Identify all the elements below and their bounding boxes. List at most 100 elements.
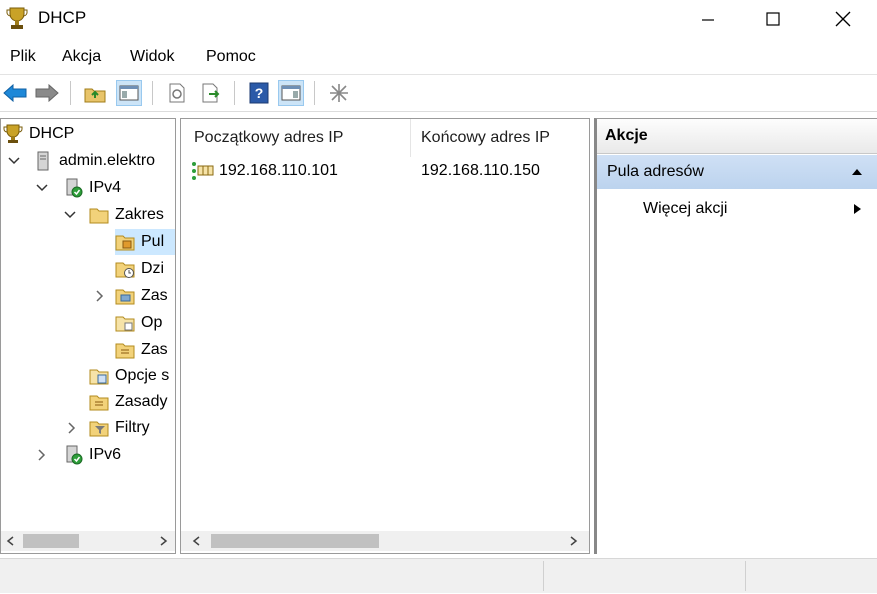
collapse-up-icon[interactable] [851, 167, 863, 177]
menu-plik[interactable]: Plik [10, 48, 36, 66]
tree-item-label: Zasady [115, 393, 168, 410]
tree-item-policies[interactable]: Zasady [89, 389, 167, 415]
action-more-actions[interactable]: Więcej akcji [597, 195, 877, 223]
policies-icon [115, 343, 135, 359]
ipv4-icon [66, 178, 83, 198]
list-horizontal-scrollbar[interactable] [181, 531, 589, 551]
tree-item-label: Op [141, 314, 163, 331]
show-hide-action-pane-icon [281, 85, 301, 101]
tree-item-label: Dzi [141, 260, 165, 277]
maximize-icon [766, 12, 780, 26]
menu-akcja[interactable]: Akcja [62, 48, 101, 66]
scrollbar-thumb[interactable] [23, 534, 79, 548]
tree-item-label: IPv6 [89, 446, 122, 463]
dhcp-trophy-icon [3, 124, 23, 143]
asterisk-button[interactable] [326, 80, 352, 106]
help-icon: ? [249, 82, 269, 104]
submenu-arrow-icon [854, 204, 861, 214]
menu-widok[interactable]: Widok [130, 48, 174, 66]
chevron-right-icon[interactable] [35, 448, 49, 462]
ip-range-icon [192, 162, 214, 180]
filter-icon [89, 421, 109, 437]
actions-section-label: Pula adresów [607, 163, 704, 180]
tree-item-label: admin.elektro [59, 152, 156, 169]
minimize-button[interactable] [685, 0, 731, 38]
policies-icon [89, 395, 109, 411]
end-ip-cell: 192.168.110.150 [421, 162, 540, 179]
leases-icon [115, 262, 135, 278]
tree-item-label: Zas [141, 287, 168, 304]
tree-item-label: DHCP [29, 125, 75, 142]
export-list-icon [202, 83, 220, 103]
ipv6-icon [66, 445, 83, 465]
up-folder-icon [84, 88, 106, 103]
tree-item-filters[interactable]: Filtry [89, 415, 150, 441]
chevron-down-icon[interactable] [35, 181, 49, 195]
tree-item-address-pool[interactable]: Pul [115, 229, 175, 255]
actions-section-address-pool[interactable]: Pula adresów [597, 155, 877, 189]
start-ip-cell: 192.168.110.101 [219, 162, 338, 179]
svg-text:?: ? [255, 85, 264, 101]
tree-item-zakres[interactable]: Zakres [89, 202, 164, 228]
tree-item-label: Opcje s [115, 367, 170, 384]
tree-item-label: Zakres [115, 206, 164, 223]
tree-item-dhcp[interactable]: DHCP [3, 121, 74, 147]
tree-item-scope-options[interactable]: Op [115, 310, 162, 336]
console-tree[interactable]: DHCP admin.elektro IPv4 Zakres Pul Dzi Z… [0, 118, 176, 554]
tree-item-server[interactable]: admin.elektro [33, 148, 155, 174]
up-one-level-button[interactable] [82, 80, 108, 106]
scroll-left-icon[interactable] [1, 531, 19, 551]
server-icon [37, 151, 49, 171]
export-list-button[interactable] [198, 80, 224, 106]
reservations-icon [115, 289, 135, 305]
tree-item-label: Pul [141, 233, 165, 250]
column-header-start-ip[interactable]: Początkowy adres IP [194, 119, 414, 157]
folder-icon [89, 208, 109, 224]
address-pool-icon [115, 235, 135, 251]
scroll-right-icon[interactable] [565, 531, 583, 551]
menu-pomoc[interactable]: Pomoc [206, 48, 256, 66]
tree-item-ipv4[interactable]: IPv4 [63, 175, 121, 201]
close-button[interactable] [820, 0, 866, 38]
minimize-icon [702, 19, 714, 21]
dhcp-trophy-icon [6, 6, 28, 30]
result-pane[interactable]: Początkowy adres IP Końcowy adres IP 192… [180, 118, 590, 554]
tree-item-ipv6[interactable]: IPv6 [63, 442, 121, 468]
action-label: Więcej akcji [643, 200, 728, 217]
show-hide-action-pane-button[interactable] [278, 80, 304, 106]
refresh-icon [169, 83, 185, 103]
column-header-end-ip[interactable]: Końcowy adres IP [421, 119, 589, 157]
tree-item-label: Filtry [115, 419, 150, 436]
chevron-right-icon[interactable] [65, 421, 79, 435]
tree-item-server-options[interactable]: Opcje s [89, 363, 169, 389]
maximize-button[interactable] [750, 0, 796, 38]
chevron-down-icon[interactable] [7, 154, 21, 168]
tree-item-leases[interactable]: Dzi [115, 256, 164, 282]
scope-options-icon [115, 316, 135, 332]
close-icon [835, 11, 851, 27]
refresh-button[interactable] [164, 80, 190, 106]
title-bar[interactable]: DHCP [0, 0, 877, 38]
scroll-right-icon[interactable] [155, 531, 173, 551]
window-title: DHCP [38, 8, 87, 27]
chevron-down-icon[interactable] [63, 208, 77, 222]
forward-arrow-icon [35, 84, 59, 102]
actions-title: Akcje [597, 119, 877, 154]
scroll-left-icon[interactable] [187, 531, 205, 551]
help-button[interactable]: ? [246, 80, 272, 106]
back-button[interactable] [2, 80, 28, 106]
status-bar [0, 558, 877, 593]
tree-item-reservations[interactable]: Zas [115, 283, 168, 309]
menu-bar: Plik Akcja Widok Pomoc [0, 42, 877, 72]
show-hide-console-tree-button[interactable] [116, 80, 142, 106]
tree-horizontal-scrollbar[interactable] [1, 531, 175, 551]
table-row[interactable]: 192.168.110.101 192.168.110.150 [181, 159, 589, 183]
tree-item-scope-policies[interactable]: Zas [115, 337, 168, 363]
asterisk-icon [330, 84, 348, 102]
scrollbar-thumb[interactable] [211, 534, 379, 548]
chevron-right-icon[interactable] [93, 289, 107, 303]
show-hide-console-tree-icon [119, 85, 139, 101]
tree-item-label: Zas [141, 341, 168, 358]
forward-button[interactable] [34, 80, 60, 106]
toolbar: ? [0, 74, 877, 112]
